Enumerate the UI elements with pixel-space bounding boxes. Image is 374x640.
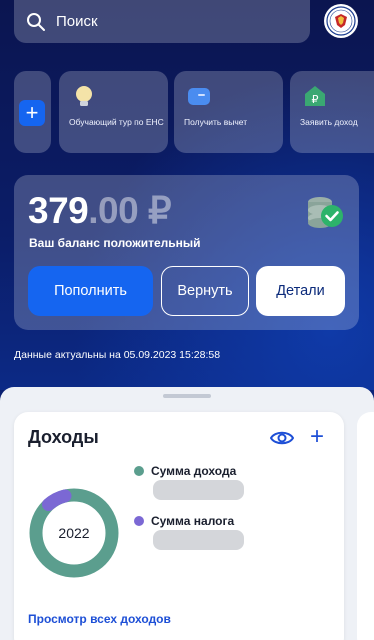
- fns-emblem-icon[interactable]: [324, 4, 358, 38]
- quick-action-tour[interactable]: Обучающий тур по ЕНС: [59, 71, 168, 153]
- quick-action-deduction[interactable]: Получить вычет: [174, 71, 283, 153]
- quick-action-add[interactable]: +: [14, 71, 51, 153]
- quick-action-claim[interactable]: ₽ Заявить доход: [290, 71, 374, 153]
- balance-card: 379.00 ₽ Ваш баланс положительный Пополн…: [14, 175, 359, 330]
- search-bar[interactable]: Поиск: [14, 0, 310, 43]
- income-amount-placeholder: [153, 480, 244, 500]
- view-all-income-link[interactable]: Просмотр всех доходов: [28, 612, 171, 626]
- add-income-button[interactable]: +: [310, 425, 324, 449]
- bottom-sheet: Доходы + 2022 Сумма дохода Сумма налога …: [0, 387, 374, 640]
- income-card[interactable]: Доходы + 2022 Сумма дохода Сумма налога …: [14, 412, 344, 640]
- details-button[interactable]: Детали: [256, 266, 345, 316]
- income-legend-label: Сумма дохода: [151, 464, 237, 478]
- wallet-icon: [188, 88, 210, 105]
- quick-action-label: Обучающий тур по ЕНС: [69, 117, 164, 127]
- tax-legend-label: Сумма налога: [151, 514, 235, 528]
- coins-check-icon: [308, 197, 343, 228]
- quick-action-label: Получить вычет: [184, 117, 248, 127]
- svg-text:₽: ₽: [312, 93, 319, 106]
- quick-action-label: Заявить доход: [300, 117, 358, 127]
- quick-actions: + Обучающий тур по ЕНС Получить вычет ₽ …: [14, 71, 374, 153]
- search-placeholder: Поиск: [56, 13, 98, 30]
- income-year: 2022: [58, 525, 90, 541]
- search-icon: [27, 12, 45, 31]
- data-updated-timestamp: Данные актуальны на 05.09.2023 15:28:58: [14, 349, 221, 361]
- plus-icon: +: [19, 100, 45, 126]
- return-button[interactable]: Вернуть: [161, 266, 249, 316]
- income-legend-dot: [134, 466, 144, 476]
- eye-icon[interactable]: [270, 428, 294, 448]
- ruble-house-icon: ₽: [305, 86, 325, 106]
- next-card[interactable]: [357, 412, 374, 640]
- topup-button[interactable]: Пополнить: [28, 266, 153, 316]
- balance-amount: 379.00 ₽: [28, 190, 171, 231]
- income-title: Доходы: [28, 427, 99, 447]
- lightbulb-icon: [76, 86, 92, 106]
- tax-legend-dot: [134, 516, 144, 526]
- sheet-handle[interactable]: [163, 394, 211, 398]
- tax-amount-placeholder: [153, 530, 244, 550]
- balance-status: Ваш баланс положительный: [29, 236, 201, 250]
